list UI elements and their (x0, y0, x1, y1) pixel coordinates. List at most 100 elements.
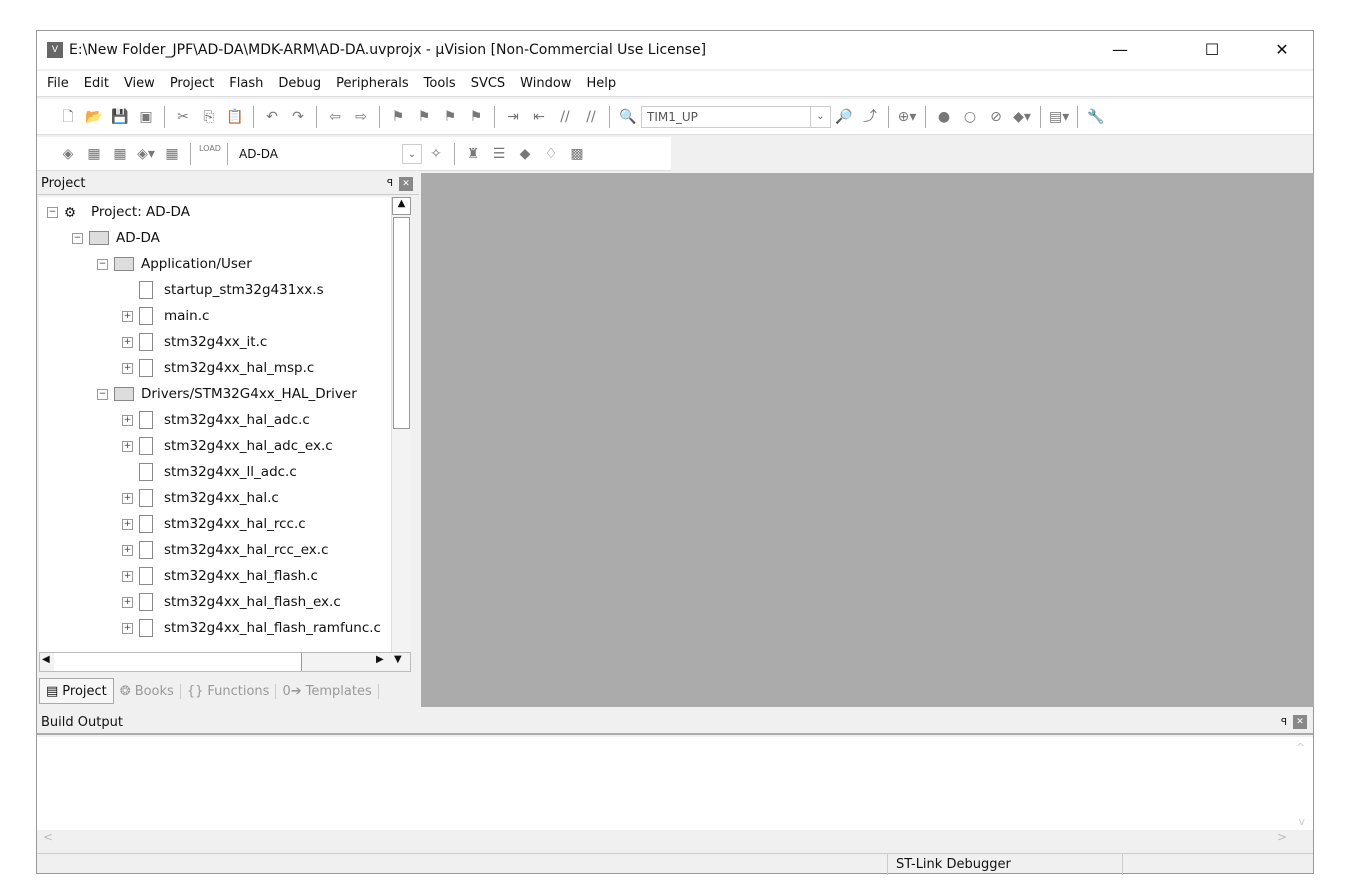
menu-file[interactable]: File (47, 76, 69, 91)
tree-item-file[interactable]: + stm32g4xx_hal.c (122, 487, 279, 509)
expand-icon[interactable]: + (122, 336, 133, 348)
chevron-down-icon[interactable]: ⌄ (810, 106, 830, 127)
close-button[interactable]: ✕ (1259, 31, 1305, 69)
tree-item-file[interactable]: + stm32g4xx_hal_adc_ex.c (122, 435, 333, 457)
uncomment-icon[interactable]: // (581, 107, 601, 127)
tree-item-file[interactable]: + stm32g4xx_hal_msp.c (122, 357, 314, 379)
find-combo[interactable]: TIM1_UP ⌄ (641, 105, 831, 128)
collapse-icon[interactable]: − (72, 232, 83, 244)
stop-build-icon[interactable]: ▦ (162, 144, 182, 164)
scroll-up-icon[interactable]: ▲ (392, 197, 411, 215)
menu-tools[interactable]: Tools (424, 76, 456, 91)
tree-item-file[interactable]: + main.c (122, 305, 209, 327)
menu-peripherals[interactable]: Peripherals (336, 76, 409, 91)
pin-icon[interactable]: ꟼ (387, 178, 393, 189)
open-file-icon[interactable]: 📂 (84, 107, 104, 127)
window-layout-icon[interactable]: ▤▾ (1049, 107, 1069, 127)
tree-item-file[interactable]: + stm32g4xx_hal_flash.c (122, 565, 318, 587)
tree-item-file[interactable]: + stm32g4xx_hal_flash_ex.c (122, 591, 341, 613)
tab-project[interactable]: ▤ Project (39, 678, 114, 704)
bookmark-icon[interactable]: ⚑ (388, 107, 408, 127)
find-in-files-icon[interactable]: 🔍 (618, 107, 638, 127)
maximize-button[interactable]: ☐ (1189, 31, 1235, 69)
next-bookmark-icon[interactable]: ⚑ (440, 107, 460, 127)
scroll-down-icon[interactable]: v (1298, 815, 1305, 828)
undo-icon[interactable]: ↶ (262, 107, 282, 127)
menu-help[interactable]: Help (586, 76, 616, 91)
menu-edit[interactable]: Edit (84, 76, 109, 91)
build-output-text[interactable]: ^ v (37, 737, 1313, 830)
copy-icon[interactable]: ⎘ (199, 107, 219, 127)
save-icon[interactable]: 💾 (110, 107, 130, 127)
minimize-button[interactable]: — (1097, 31, 1143, 69)
disable-all-breakpoints-icon[interactable]: ⊘ (986, 107, 1006, 127)
scroll-left-icon[interactable]: < (43, 830, 53, 844)
redo-icon[interactable]: ↷ (288, 107, 308, 127)
tree-item-file[interactable]: + stm32g4xx_hal_adc.c (122, 409, 310, 431)
tree-vertical-scrollbar[interactable]: ▲ (391, 197, 411, 652)
scroll-left-icon[interactable]: ◀ (42, 654, 50, 665)
expand-icon[interactable]: + (122, 596, 133, 608)
find-icon[interactable]: 🔎 (834, 107, 854, 127)
target-options-icon[interactable]: ✧ (426, 144, 446, 164)
menu-flash[interactable]: Flash (229, 76, 263, 91)
tree-item-file[interactable]: + stm32g4xx_hal_flash_ramfunc.c (122, 617, 381, 639)
batch-build-icon[interactable]: ◈▾ (136, 144, 156, 164)
tree-horizontal-scrollbar[interactable]: ◀ ▶ ▼ (39, 652, 411, 672)
tree-item-file[interactable]: stm32g4xx_ll_adc.c (122, 461, 297, 483)
tree-item-folder[interactable]: − Application/User (97, 253, 252, 275)
cut-icon[interactable]: ✂ (173, 107, 193, 127)
tree-item-file[interactable]: + stm32g4xx_hal_rcc.c (122, 513, 306, 535)
pack-installer-icon[interactable]: ▩ (567, 144, 587, 164)
build-output-horizontal-scrollbar[interactable]: < > (37, 830, 1313, 848)
expand-icon[interactable]: + (122, 570, 133, 582)
configure-icon[interactable]: 🔧 (1086, 107, 1106, 127)
menu-project[interactable]: Project (170, 76, 214, 91)
collapse-icon[interactable]: − (47, 206, 58, 218)
chevron-down-icon[interactable]: ⌄ (402, 143, 422, 164)
build-icon[interactable]: ▦ (84, 144, 104, 164)
scroll-down-icon[interactable]: ▼ (394, 654, 402, 665)
tree-item-folder[interactable]: − Drivers/STM32G4xx_HAL_Driver (97, 383, 357, 405)
scroll-right-icon[interactable]: > (1277, 830, 1287, 844)
menu-window[interactable]: Window (520, 76, 571, 91)
expand-icon[interactable]: + (122, 414, 133, 426)
load-icon[interactable]: LOAD (199, 144, 221, 164)
select-packs-icon[interactable]: ◆ (515, 144, 535, 164)
close-panel-icon[interactable]: ✕ (1293, 715, 1307, 729)
nav-forward-icon[interactable]: ⇨ (351, 107, 371, 127)
target-combo[interactable]: AD-DA ⌄ (233, 142, 423, 165)
incremental-find-icon[interactable]: ⤴ (860, 107, 880, 127)
prev-bookmark-icon[interactable]: ⚑ (414, 107, 434, 127)
expand-icon[interactable]: + (122, 622, 133, 634)
menu-svcs[interactable]: SVCS (471, 76, 505, 91)
pin-icon[interactable]: ꟼ (1281, 717, 1287, 728)
collapse-icon[interactable]: − (97, 388, 108, 400)
debug-session-icon[interactable]: ⊕▾ (897, 107, 917, 127)
save-all-icon[interactable]: ▣ (136, 107, 156, 127)
scrollbar-thumb[interactable] (393, 217, 410, 429)
manage-environment-icon[interactable]: ☰ (489, 144, 509, 164)
tree-item-file[interactable]: startup_stm32g431xx.s (122, 279, 324, 301)
tree-item-target[interactable]: − AD-DA (72, 227, 160, 249)
comment-icon[interactable]: // (555, 107, 575, 127)
clear-bookmarks-icon[interactable]: ⚑ (466, 107, 486, 127)
scroll-right-icon[interactable]: ▶ (376, 654, 384, 665)
menu-view[interactable]: View (124, 76, 155, 91)
collapse-icon[interactable]: − (97, 258, 108, 270)
tab-templates[interactable]: 0➔ Templates (276, 683, 379, 699)
breakpoint-icon[interactable]: ● (934, 107, 954, 127)
paste-icon[interactable]: 📋 (225, 107, 245, 127)
tree-item-file[interactable]: + stm32g4xx_it.c (122, 331, 267, 353)
expand-icon[interactable]: + (122, 440, 133, 452)
rebuild-icon[interactable]: ▦ (110, 144, 130, 164)
nav-back-icon[interactable]: ⇦ (325, 107, 345, 127)
scrollbar-thumb[interactable] (54, 653, 302, 671)
manage-components-icon[interactable]: ♜ (463, 144, 483, 164)
tab-books[interactable]: ❂ Books (114, 683, 181, 699)
new-file-icon[interactable]: 🗋 (58, 107, 78, 127)
expand-icon[interactable]: + (122, 492, 133, 504)
tab-functions[interactable]: {} Functions (181, 683, 277, 699)
expand-icon[interactable]: + (122, 310, 133, 322)
scroll-up-icon[interactable]: ^ (1296, 741, 1305, 754)
